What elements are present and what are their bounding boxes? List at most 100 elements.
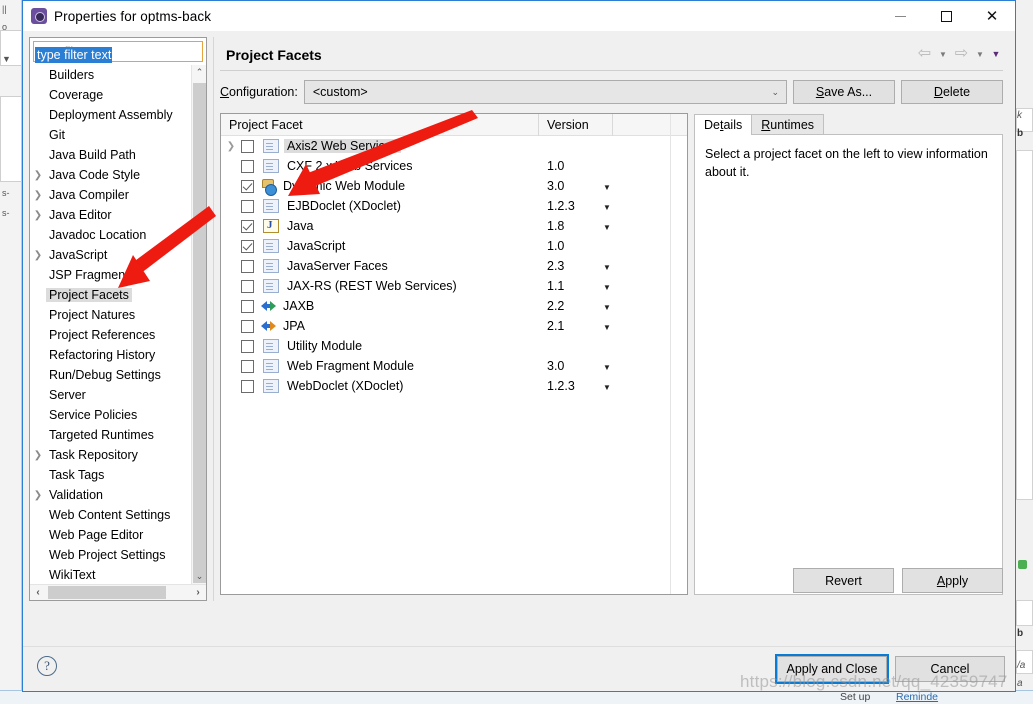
- version-dropdown-icon[interactable]: ▼: [603, 363, 611, 372]
- facet-row[interactable]: JAX-RS (REST Web Services) 1.1 ▼: [221, 276, 687, 296]
- column-header-version[interactable]: Version: [539, 114, 613, 136]
- facet-row[interactable]: JAXB 2.2 ▼: [221, 296, 687, 316]
- sidebar-item-web-page-editor[interactable]: Web Page Editor: [30, 525, 190, 545]
- version-dropdown-icon[interactable]: ▼: [603, 203, 611, 212]
- sidebar-item-refactoring-history[interactable]: Refactoring History: [30, 345, 190, 365]
- filter-input[interactable]: [33, 41, 203, 62]
- close-button[interactable]: ✕: [969, 1, 1015, 31]
- project-facet-table[interactable]: Project Facet Version ❯ Axis2 Web Service…: [220, 113, 688, 595]
- scroll-left-icon[interactable]: ‹: [30, 585, 46, 600]
- chevron-right-icon[interactable]: ❯: [30, 490, 46, 501]
- facet-checkbox[interactable]: [241, 259, 254, 273]
- sidebar-item-project-natures[interactable]: Project Natures: [30, 305, 190, 325]
- facet-checkbox[interactable]: [241, 199, 254, 213]
- history-back-icon[interactable]: ⇦: [915, 45, 934, 63]
- version-dropdown-icon[interactable]: ▼: [603, 263, 611, 272]
- tree-hscrollbar-thumb[interactable]: [48, 586, 166, 599]
- delete-button[interactable]: Delete: [901, 80, 1003, 104]
- sidebar-item-project-facets[interactable]: Project Facets: [30, 285, 190, 305]
- sidebar-item-web-content-settings[interactable]: Web Content Settings: [30, 505, 190, 525]
- version-dropdown-icon[interactable]: ▼: [603, 303, 611, 312]
- save-as-button[interactable]: Save As...: [793, 80, 895, 104]
- sidebar-item-java-code-style[interactable]: ❯ Java Code Style: [30, 165, 190, 185]
- sidebar-item-task-tags[interactable]: Task Tags: [30, 465, 190, 485]
- help-icon[interactable]: ?: [37, 656, 57, 676]
- tree-horizontal-scrollbar[interactable]: ‹ ›: [30, 584, 206, 600]
- cancel-button[interactable]: Cancel: [895, 656, 1005, 682]
- facet-row[interactable]: EJBDoclet (XDoclet) 1.2.3 ▼: [221, 196, 687, 216]
- facet-checkbox[interactable]: [241, 359, 254, 373]
- version-dropdown-icon[interactable]: ▼: [603, 283, 611, 292]
- bg-bottom-link[interactable]: Reminde: [896, 691, 938, 703]
- sidebar-item-service-policies[interactable]: Service Policies: [30, 405, 190, 425]
- chevron-right-icon[interactable]: ❯: [221, 141, 241, 152]
- sidebar-item-validation[interactable]: ❯ Validation: [30, 485, 190, 505]
- facet-checkbox[interactable]: [241, 159, 254, 173]
- facet-row[interactable]: JPA 2.1 ▼: [221, 316, 687, 336]
- sidebar-item-java-editor[interactable]: ❯ Java Editor: [30, 205, 190, 225]
- tree-vertical-scrollbar[interactable]: ⌃ ⌄: [191, 65, 206, 584]
- chevron-right-icon[interactable]: ❯: [30, 210, 46, 221]
- facet-checkbox[interactable]: [241, 339, 254, 353]
- revert-button[interactable]: Revert: [793, 568, 894, 593]
- scroll-down-icon[interactable]: ⌄: [192, 569, 206, 584]
- facet-row[interactable]: WebDoclet (XDoclet) 1.2.3 ▼: [221, 376, 687, 396]
- sidebar-item-java-compiler[interactable]: ❯ Java Compiler: [30, 185, 190, 205]
- sidebar-item-jsp-fragment[interactable]: JSP Fragment: [30, 265, 190, 285]
- sidebar-item-server[interactable]: Server: [30, 385, 190, 405]
- version-dropdown-icon[interactable]: ▼: [603, 323, 611, 332]
- version-dropdown-icon[interactable]: ▼: [603, 183, 611, 192]
- facet-checkbox[interactable]: [241, 179, 254, 193]
- apply-button[interactable]: Apply: [902, 568, 1003, 593]
- sidebar-item-run-debug-settings[interactable]: Run/Debug Settings: [30, 365, 190, 385]
- sidebar-item-targeted-runtimes[interactable]: Targeted Runtimes: [30, 425, 190, 445]
- settings-tree[interactable]: Builders Coverage Deployment Assembly Git Ja…: [30, 65, 206, 584]
- column-header-extra[interactable]: [613, 114, 687, 136]
- sidebar-item-coverage[interactable]: Coverage: [30, 85, 190, 105]
- facet-checkbox[interactable]: [241, 139, 254, 153]
- facet-row[interactable]: Web Fragment Module 3.0 ▼: [221, 356, 687, 376]
- page-menu-icon[interactable]: ▼: [989, 45, 1003, 63]
- sidebar-item-task-repository[interactable]: ❯ Task Repository: [30, 445, 190, 465]
- facet-checkbox[interactable]: [241, 319, 254, 333]
- facet-row[interactable]: JavaScript 1.0: [221, 236, 687, 256]
- history-forward-icon[interactable]: ⇨: [952, 45, 971, 63]
- facet-row[interactable]: CXF 2.x Web Services 1.0: [221, 156, 687, 176]
- facet-checkbox[interactable]: [241, 379, 254, 393]
- sidebar-item-web-project-settings[interactable]: Web Project Settings: [30, 545, 190, 565]
- tab-runtimes[interactable]: Runtimes: [751, 114, 825, 135]
- sidebar-item-deployment-assembly[interactable]: Deployment Assembly: [30, 105, 190, 125]
- sidebar-item-java-build-path[interactable]: Java Build Path: [30, 145, 190, 165]
- facet-checkbox[interactable]: [241, 299, 254, 313]
- configuration-select[interactable]: <custom> ⌄: [303, 80, 787, 104]
- column-header-project-facet[interactable]: Project Facet: [221, 114, 539, 136]
- tab-details[interactable]: De t ails: [694, 114, 753, 135]
- version-dropdown-icon[interactable]: ▼: [603, 383, 611, 392]
- facet-checkbox[interactable]: [241, 239, 254, 253]
- maximize-button[interactable]: [923, 1, 969, 31]
- apply-and-close-button[interactable]: Apply and Close: [775, 654, 889, 684]
- facet-row[interactable]: Utility Module: [221, 336, 687, 356]
- sidebar-item-javascript[interactable]: ❯ JavaScript: [30, 245, 190, 265]
- minimize-button[interactable]: [877, 1, 923, 31]
- sidebar-item-javadoc-location[interactable]: Javadoc Location: [30, 225, 190, 245]
- sidebar-item-wikitext[interactable]: WikiText: [30, 565, 190, 584]
- history-back-menu-icon[interactable]: ▼: [936, 45, 950, 63]
- chevron-right-icon[interactable]: ❯: [30, 450, 46, 461]
- sidebar-item-git[interactable]: Git: [30, 125, 190, 145]
- scroll-up-icon[interactable]: ⌃: [192, 65, 206, 80]
- version-dropdown-icon[interactable]: ▼: [603, 223, 611, 232]
- chevron-right-icon[interactable]: ❯: [30, 250, 46, 261]
- tree-scrollbar-thumb[interactable]: [193, 83, 206, 583]
- facet-checkbox[interactable]: [241, 219, 254, 233]
- sidebar-item-builders[interactable]: Builders: [30, 65, 190, 85]
- chevron-right-icon[interactable]: ❯: [30, 190, 46, 201]
- chevron-right-icon[interactable]: ❯: [30, 170, 46, 181]
- facet-checkbox[interactable]: [241, 279, 254, 293]
- history-forward-menu-icon[interactable]: ▼: [973, 45, 987, 63]
- sidebar-item-project-references[interactable]: Project References: [30, 325, 190, 345]
- facet-row[interactable]: Java 1.8 ▼: [221, 216, 687, 236]
- facet-row[interactable]: JavaServer Faces 2.3 ▼: [221, 256, 687, 276]
- facet-row[interactable]: Dynamic Web Module 3.0 ▼: [221, 176, 687, 196]
- scroll-right-icon[interactable]: ›: [190, 585, 206, 600]
